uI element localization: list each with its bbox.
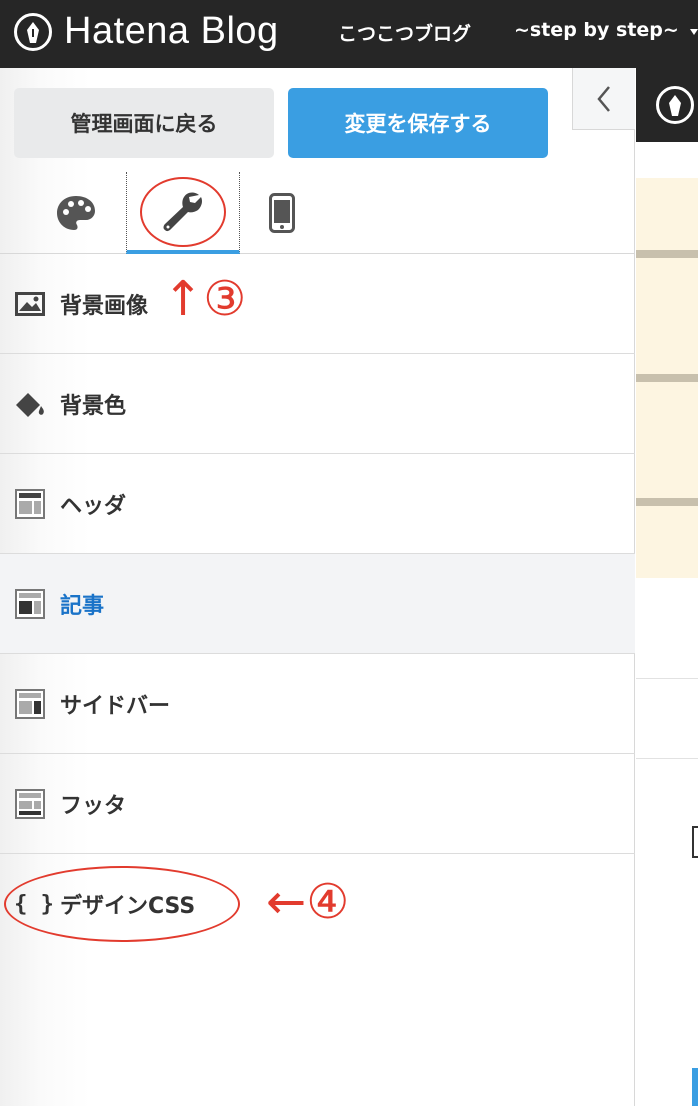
preview-divider [636,678,698,679]
image-icon [14,288,46,320]
design-sidebar: 管理画面に戻る 変更を保存する 背景画像 背景色 ヘッダ 記事 サイドバー フッ… [0,68,635,1106]
annotation-oval-4 [4,866,240,942]
menu-item-background-color[interactable]: 背景色 [0,354,635,454]
layout-article-icon [14,588,46,620]
menu-item-footer[interactable]: フッタ [0,754,635,854]
menu-item-label: サイドバー [60,693,171,719]
preview-stripe [636,498,698,506]
layout-sidebar-icon [14,688,46,720]
blog-title[interactable]: こつこつブログ [338,19,471,46]
annotation-circle-3 [140,177,226,247]
blog-preview[interactable] [636,68,698,1106]
menu-item-sidebar[interactable]: サイドバー [0,654,635,754]
preview-blue-fragment [692,1068,698,1106]
top-bar: Hatena Blog こつこつブログ ~step by step~ [0,0,698,68]
hatena-pen-logo-icon [656,86,694,124]
menu-item-label: 背景画像 [60,293,149,319]
menu-item-label: ヘッダ [60,493,127,519]
paint-bucket-icon [14,388,46,420]
collapse-sidebar-button[interactable] [572,68,635,130]
annotation-step-3: ↑③ [163,271,247,327]
preview-divider [636,758,698,759]
preview-stripe [636,374,698,382]
preview-header [636,68,698,142]
preview-content-fragment [692,826,698,858]
menu-item-label: フッタ [60,793,127,819]
customize-menu: 背景画像 背景色 ヘッダ 記事 サイドバー フッタ {} デザインCSS [0,254,635,954]
tab-smartphone[interactable] [252,172,312,254]
palette-icon [57,196,95,230]
blog-subtitle[interactable]: ~step by step~ [514,19,679,41]
annotation-step-4: ←④ [266,874,350,930]
menu-item-label: 記事 [60,593,105,619]
chevron-left-icon [597,85,610,112]
logo-text[interactable]: Hatena Blog [64,10,279,53]
menu-item-background-image[interactable]: 背景画像 [0,254,635,354]
tab-customize[interactable] [126,172,240,254]
menu-item-article[interactable]: 記事 [0,554,635,654]
preview-stripe [636,250,698,258]
design-tabs [0,172,635,254]
tab-design[interactable] [44,172,108,254]
layout-header-icon [14,488,46,520]
preview-header-image [636,178,698,578]
blog-switcher-caret-icon[interactable] [690,29,698,35]
back-to-admin-button[interactable]: 管理画面に戻る [14,88,274,158]
hatena-pen-logo-icon[interactable] [14,13,52,51]
smartphone-icon [269,193,295,233]
menu-item-header[interactable]: ヘッダ [0,454,635,554]
save-changes-button[interactable]: 変更を保存する [288,88,548,158]
layout-footer-icon [14,788,46,820]
menu-item-label: 背景色 [60,393,127,419]
